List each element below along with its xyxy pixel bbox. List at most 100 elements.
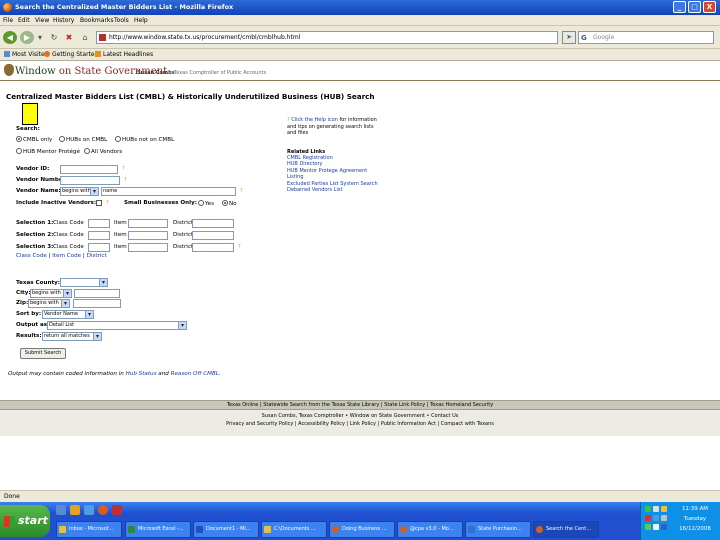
- tray-security-icon[interactable]: [661, 506, 667, 512]
- inactive-help-icon[interactable]: ?: [106, 200, 109, 206]
- search-box[interactable]: G Google: [578, 31, 714, 44]
- class-code-link[interactable]: Class Code: [16, 253, 47, 259]
- vendor-number-help-icon[interactable]: ?: [124, 177, 127, 183]
- stop-icon[interactable]: ✖: [63, 31, 75, 44]
- selection-1-district-input[interactable]: [192, 219, 234, 228]
- small-business-yes-radio[interactable]: Yes: [198, 200, 214, 207]
- close-button[interactable]: X: [703, 1, 716, 13]
- task-doing-business[interactable]: Doing Business ...: [329, 521, 395, 538]
- reload-icon[interactable]: ↻: [48, 31, 60, 44]
- related-link[interactable]: HUB Mentor Protege Agreement Listing: [287, 168, 379, 181]
- bookmark-getting-started[interactable]: Getting Started: [44, 51, 98, 58]
- menu-history[interactable]: History: [53, 17, 74, 24]
- tray-alert-icon[interactable]: [645, 515, 651, 521]
- radio-hub-mentor-protege[interactable]: HUB Mentor Protégé: [16, 148, 80, 155]
- tray-app-icon[interactable]: [653, 524, 659, 530]
- district-link[interactable]: District: [87, 253, 107, 259]
- task-word-document[interactable]: Document1 - Mi...: [193, 521, 259, 538]
- menu-help[interactable]: Help: [134, 17, 148, 24]
- reason-off-cmbl-link[interactable]: Reason Off CMBL: [171, 371, 219, 377]
- help-icon[interactable]: ?: [287, 117, 290, 123]
- footer-link[interactable]: State Link Policy: [384, 402, 425, 408]
- radio-hubs-on-cmbl[interactable]: HUBs on CMBL: [59, 136, 107, 143]
- vendor-name-help-icon[interactable]: ?: [240, 188, 243, 194]
- vendor-id-help-icon[interactable]: ?: [122, 166, 125, 172]
- footer-link[interactable]: Window on State Government: [350, 413, 425, 419]
- tray-connection-icon[interactable]: [645, 524, 651, 530]
- selection-1-item-input[interactable]: [128, 219, 168, 228]
- radio-cmbl-only[interactable]: CMBL only: [16, 136, 52, 143]
- tray-app-icon[interactable]: [661, 524, 667, 530]
- footer-link[interactable]: Link Policy: [350, 421, 376, 427]
- city-input[interactable]: [74, 289, 120, 298]
- bookmark-latest-headlines[interactable]: Latest Headlines: [95, 51, 153, 58]
- address-bar[interactable]: http://www.window.state.tx.us/procuremen…: [96, 31, 558, 44]
- quick-launch-app-icon[interactable]: [112, 505, 122, 515]
- tray-bluetooth-icon[interactable]: [653, 515, 659, 521]
- zip-mode-select[interactable]: begins with: [28, 299, 70, 308]
- history-dropdown-icon[interactable]: ▾: [36, 31, 44, 44]
- results-select[interactable]: return all matches: [42, 332, 102, 341]
- help-link[interactable]: Click the Help icon: [291, 117, 338, 123]
- bookmark-most-visited[interactable]: Most Visited: [4, 51, 49, 58]
- vendor-name-mode-select[interactable]: begins with: [60, 187, 99, 196]
- quick-launch-firefox-icon[interactable]: [98, 505, 108, 515]
- window-title-bar[interactable]: Search the Centralized Master Bidders Li…: [0, 0, 720, 15]
- selection-3-class-code-input[interactable]: [88, 243, 110, 252]
- start-button[interactable]: start: [0, 505, 50, 537]
- quick-launch-ie-icon[interactable]: [84, 505, 94, 515]
- tray-volume-icon[interactable]: [661, 515, 667, 521]
- selection-3-item-input[interactable]: [128, 243, 168, 252]
- quick-launch-outlook-icon[interactable]: [70, 505, 80, 515]
- inactive-vendors-checkbox[interactable]: [96, 200, 102, 207]
- footer-link[interactable]: Texas Homeland Security: [430, 402, 493, 408]
- sort-by-select[interactable]: Vendor Name: [42, 310, 94, 319]
- footer-link[interactable]: Compact with Texans: [441, 421, 494, 427]
- task-search-the-cmbl[interactable]: Search the Cent...: [533, 521, 599, 538]
- small-business-no-radio[interactable]: No: [222, 200, 237, 207]
- system-clock[interactable]: 11:39 AM Tuesday 16/12/2008: [673, 504, 717, 534]
- zip-input[interactable]: [73, 299, 121, 308]
- footer-link[interactable]: Statewide Search from the Texas State Li…: [263, 402, 379, 408]
- submit-search-button[interactable]: Submit Search: [20, 348, 66, 359]
- menu-bookmarks[interactable]: Bookmarks: [80, 17, 114, 24]
- go-button[interactable]: ➤: [562, 31, 576, 44]
- hub-status-link[interactable]: Hub Status: [126, 371, 157, 377]
- tray-network-icon[interactable]: [645, 506, 651, 512]
- task-state-purchasing[interactable]: State Purchasin...: [465, 521, 531, 538]
- radio-all-vendors[interactable]: All Vendors: [84, 148, 122, 155]
- radio-hubs-not-on-cmbl[interactable]: HUBs not on CMBL: [115, 136, 174, 143]
- task-excel[interactable]: Microsoft Excel -...: [125, 521, 191, 538]
- menu-tools[interactable]: Tools: [114, 17, 129, 24]
- maximize-button[interactable]: □: [688, 1, 701, 13]
- output-as-select[interactable]: Detail List: [47, 321, 187, 330]
- vendor-id-input[interactable]: [60, 165, 118, 174]
- vendor-name-input[interactable]: name: [101, 187, 236, 196]
- footer-link[interactable]: Public Information Act: [381, 421, 436, 427]
- menu-view[interactable]: View: [35, 17, 49, 24]
- selection-help-icon[interactable]: ?: [238, 244, 241, 250]
- selection-2-class-code-input[interactable]: [88, 231, 110, 240]
- footer-link[interactable]: Contact Us: [431, 413, 458, 419]
- task-inbox[interactable]: Inbox - Microsof...: [56, 521, 122, 538]
- related-link[interactable]: Debarred Vendors List: [287, 187, 379, 194]
- city-mode-select[interactable]: begins with: [30, 289, 72, 298]
- vendor-number-input[interactable]: [60, 176, 120, 185]
- task-cpa[interactable]: @cpa v3.0 - Mo...: [397, 521, 463, 538]
- home-icon[interactable]: ⌂: [79, 31, 91, 44]
- footer-link[interactable]: Susan Combs, Texas Comptroller: [262, 413, 344, 419]
- menu-edit[interactable]: Edit: [18, 17, 30, 24]
- texas-county-select[interactable]: [60, 278, 108, 287]
- footer-link[interactable]: Accessibility Policy: [298, 421, 345, 427]
- item-code-link[interactable]: Item Code: [52, 253, 81, 259]
- selection-2-item-input[interactable]: [128, 231, 168, 240]
- selection-2-district-input[interactable]: [192, 231, 234, 240]
- quick-launch-desktop-icon[interactable]: [56, 505, 66, 515]
- minimize-button[interactable]: _: [673, 1, 686, 13]
- forward-button[interactable]: ▶: [20, 31, 34, 44]
- tray-printer-icon[interactable]: [653, 506, 659, 512]
- footer-link[interactable]: Privacy and Security Policy: [226, 421, 293, 427]
- menu-file[interactable]: File: [3, 17, 13, 24]
- back-button[interactable]: ◀: [3, 31, 17, 44]
- selection-1-class-code-input[interactable]: [88, 219, 110, 228]
